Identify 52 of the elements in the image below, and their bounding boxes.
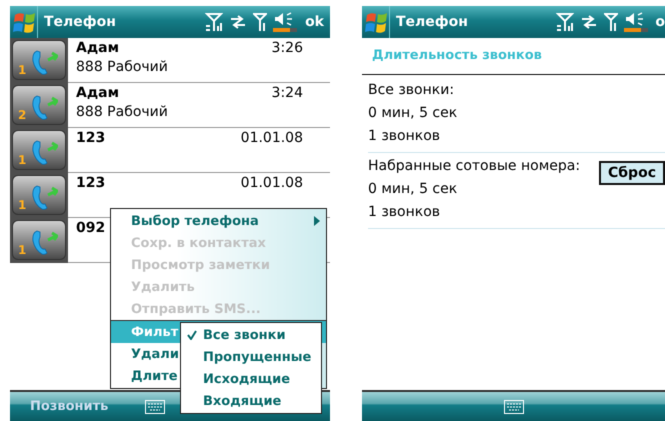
line-number: 2 <box>18 108 26 122</box>
contact-name: 123 <box>76 130 106 146</box>
submenu-item[interactable]: Все звонки <box>181 324 321 346</box>
ok-button[interactable]: ok <box>297 14 330 30</box>
stat-label: Набранные сотовые номера: <box>368 157 580 176</box>
data-arrows-icon <box>580 14 598 30</box>
volume-icon <box>273 11 298 33</box>
keyboard-icon <box>504 400 524 414</box>
keyboard-icon <box>145 400 165 414</box>
volume-icon <box>624 11 648 33</box>
call-entry[interactable]: Адам 3:24 888 Рабочий <box>68 83 330 128</box>
signal-icon <box>556 12 574 32</box>
contact-name: 123 <box>76 175 106 191</box>
keyboard-button[interactable] <box>504 400 524 414</box>
submenu-item[interactable]: Исходящие <box>181 368 321 390</box>
line-number: 1 <box>18 198 26 212</box>
start-button[interactable] <box>10 6 38 38</box>
stat-count: 1 звонков <box>368 203 442 222</box>
call-time: 01.01.08 <box>240 130 303 146</box>
section-heading: Длительность звонков <box>362 38 665 75</box>
line-number: 1 <box>18 153 26 167</box>
phone-number: 888 Рабочий <box>76 59 169 75</box>
phone-number: 888 Рабочий <box>76 104 169 120</box>
stat-count: 1 звонков <box>368 127 442 146</box>
line-number: 1 <box>18 63 26 77</box>
submenu-item[interactable]: Пропущенные <box>181 346 321 368</box>
signal-icon <box>253 12 268 32</box>
windows-flag-icon <box>364 10 386 34</box>
data-arrows-icon <box>229 14 248 30</box>
reset-button[interactable]: Сброс <box>599 161 665 185</box>
submenu-item[interactable]: Входящие <box>181 390 321 412</box>
keyboard-button[interactable] <box>145 400 165 414</box>
window-title: Телефон <box>396 14 469 30</box>
call-entry[interactable]: Адам 3:26 888 Рабочий <box>68 38 330 83</box>
call-time: 01.01.08 <box>240 175 303 191</box>
call-time: 3:24 <box>272 85 303 101</box>
call-entry[interactable]: 123 01.01.08 <box>68 128 330 173</box>
call-time: 3:26 <box>272 40 303 56</box>
window-title: Телефон <box>44 14 117 30</box>
start-button[interactable] <box>362 6 390 38</box>
ok-button[interactable]: o <box>648 14 665 30</box>
signal-icon <box>604 12 618 32</box>
stat-label: Все звонки: <box>368 81 456 100</box>
windows-flag-icon <box>12 10 34 34</box>
contact-name: 092 <box>76 220 106 236</box>
softkey-button[interactable]: Позвонить <box>10 399 145 414</box>
stat-duration: 0 мин, 5 сек <box>368 180 458 199</box>
contact-name: Адам <box>76 85 120 101</box>
signal-icon <box>205 12 224 32</box>
line-number: 1 <box>18 243 26 257</box>
contact-name: Адам <box>76 40 120 56</box>
stat-duration: 0 мин, 5 сек <box>368 104 458 123</box>
